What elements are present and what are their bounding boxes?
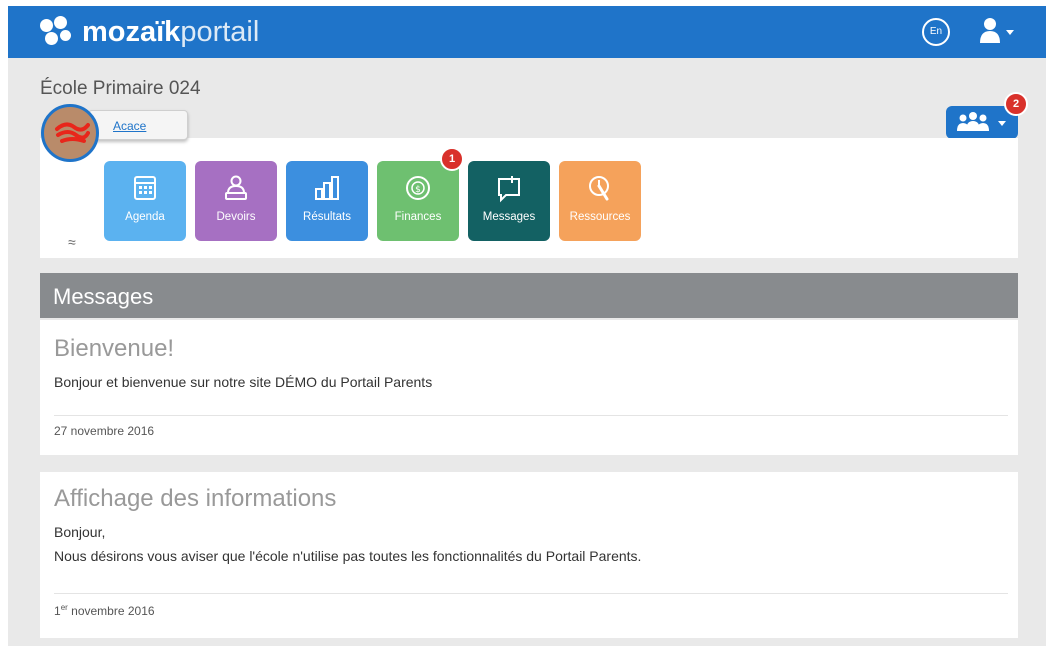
coin-icon: $ — [406, 176, 430, 200]
message-date: 27 novembre 2016 — [54, 424, 155, 438]
tile-messages[interactable]: Messages — [468, 161, 550, 241]
message-date: 1er novembre 2016 — [54, 603, 155, 618]
user-icon — [980, 18, 1014, 43]
tile-ressources-label: Ressources — [569, 211, 631, 223]
redaction-scribble-icon — [55, 122, 90, 143]
logo-mark-icon — [40, 16, 76, 48]
bar-chart-icon — [315, 176, 339, 200]
messages-section-header: Messages — [40, 273, 1018, 318]
tile-resultats-label: Résultats — [303, 211, 351, 223]
tile-devoirs-label: Devoirs — [216, 211, 256, 223]
message-icon — [498, 176, 520, 203]
tile-resultats[interactable]: Résultats — [286, 161, 368, 241]
message-date-rest: novembre 2016 — [67, 604, 155, 618]
message-body-line: Nous désirons vous aviser que l'école n'… — [54, 548, 642, 564]
message-date-day: 1 — [54, 604, 61, 618]
svg-text:$: $ — [415, 185, 421, 195]
messages-section-title: Messages — [53, 284, 154, 309]
resources-icon — [589, 176, 609, 201]
tile-devoirs[interactable]: Devoirs — [195, 161, 277, 241]
tile-agenda[interactable]: Agenda — [104, 161, 186, 241]
message-body: Bonjour, Nous désirons vous aviser que l… — [54, 520, 641, 568]
user-menu-button[interactable] — [978, 16, 1018, 46]
student-name-link[interactable]: Acace — [113, 119, 146, 133]
message-divider — [54, 415, 1008, 416]
language-button[interactable]: En — [922, 18, 950, 46]
finances-notification-badge: 1 — [440, 147, 464, 171]
student-avatar[interactable] — [41, 104, 99, 162]
tile-messages-label: Messages — [482, 211, 536, 223]
logo-text-bold: mozaïk — [82, 16, 181, 48]
collapse-icon[interactable]: ≈ — [68, 234, 76, 250]
message-title: Affichage des informations — [54, 485, 337, 512]
tile-agenda-label: Agenda — [125, 211, 165, 223]
logo-text-light: portail — [180, 16, 260, 48]
message-body-line: Bonjour, — [54, 524, 106, 540]
logo-text: mozaïkportail — [82, 17, 259, 47]
message-card-welcome[interactable]: Bienvenue! Bonjour et bienvenue sur notr… — [40, 320, 1018, 455]
message-card-info[interactable]: Affichage des informations Bonjour, Nous… — [40, 472, 1018, 638]
tile-finances-label: Finances — [394, 211, 442, 223]
children-notification-badge: 2 — [1004, 92, 1028, 116]
calendar-icon — [134, 176, 156, 200]
message-body-line: Bonjour et bienvenue sur notre site DÉMO… — [54, 374, 433, 390]
school-title: École Primaire 024 — [40, 78, 201, 99]
module-tiles-panel: Agenda Devoirs Résultats $ Finances Mess… — [40, 138, 1018, 258]
message-body: Bonjour et bienvenue sur notre site DÉMO… — [54, 370, 432, 394]
homework-icon — [225, 175, 247, 200]
message-title: Bienvenue! — [54, 335, 175, 362]
student-tab[interactable]: Acace — [88, 110, 188, 140]
tile-ressources[interactable]: Ressources — [559, 161, 641, 241]
message-divider — [54, 593, 1008, 594]
tile-finances[interactable]: $ Finances — [377, 161, 459, 241]
logo[interactable]: mozaïkportail — [40, 16, 259, 48]
portal-window: mozaïkportail En École Primaire 024 Acac… — [8, 6, 1046, 646]
message-date-ordinal: er — [60, 603, 68, 612]
top-bar: mozaïkportail En — [8, 6, 1046, 58]
